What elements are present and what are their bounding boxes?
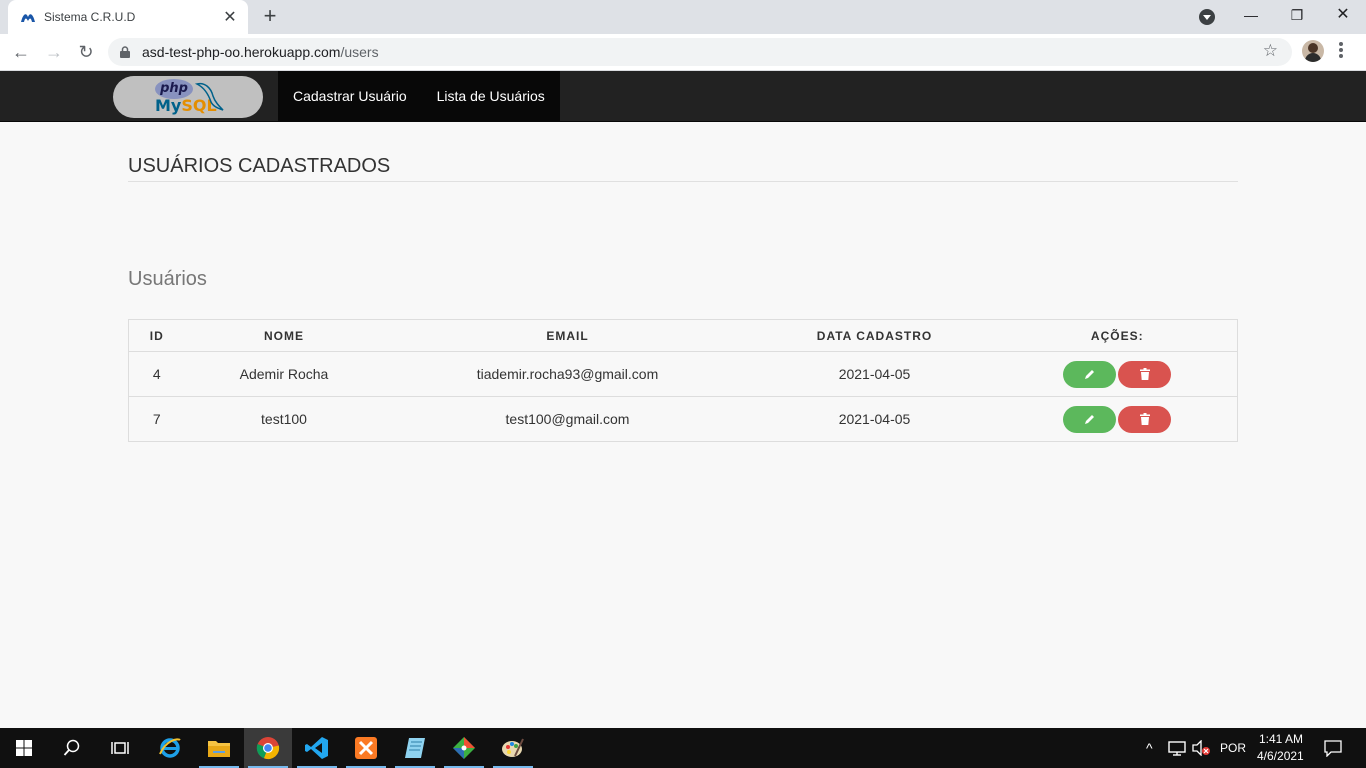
cell-nome: test100 — [184, 396, 384, 442]
action-center-icon[interactable] — [1324, 740, 1342, 757]
table-header-row: ID NOME EMAIL DATA CADASTRO AÇÕES: — [128, 319, 1238, 352]
column-header-acoes: AÇÕES: — [997, 319, 1238, 352]
clock-date[interactable]: 4/6/2021 — [1257, 749, 1304, 763]
site-navbar: php MySQL Cadastrar Usuário Lista de Usu… — [0, 71, 1366, 122]
pencil-icon — [1085, 369, 1095, 379]
file-explorer-icon[interactable] — [195, 728, 243, 768]
restore-icon[interactable]: ❐ — [1274, 0, 1320, 30]
vscode-icon[interactable] — [293, 728, 341, 768]
network-icon[interactable] — [1168, 740, 1186, 756]
delete-button[interactable] — [1118, 405, 1172, 433]
xampp-icon[interactable] — [342, 728, 390, 768]
cell-id: 7 — [128, 396, 185, 442]
cell-email: test100@gmail.com — [383, 396, 752, 442]
tab-close-icon[interactable]: ✕ — [222, 7, 238, 27]
windows-taskbar: ^ POR 1:41 AM 4/6/2021 — [0, 728, 1366, 768]
tab-title: Sistema C.R.U.D — [44, 10, 136, 24]
page-title: USUÁRIOS CADASTRADOS — [128, 155, 391, 177]
bookmark-star-icon[interactable]: ☆ — [1263, 41, 1278, 61]
browser-menu-icon[interactable] — [1338, 40, 1344, 62]
delete-button[interactable] — [1118, 360, 1172, 388]
cell-data: 2021-04-05 — [751, 351, 998, 397]
show-hidden-icons-chevron-icon[interactable]: ^ — [1146, 740, 1153, 756]
paint-icon[interactable] — [489, 728, 537, 768]
browser-tab-strip: Sistema C.R.U.D ✕ + — ❐ ✕ — [0, 0, 1366, 34]
trash-icon — [1140, 412, 1151, 425]
url-path: /users — [340, 44, 379, 60]
edit-button[interactable] — [1063, 360, 1117, 388]
search-icon[interactable] — [48, 728, 96, 768]
reload-icon[interactable]: ↻ — [74, 40, 98, 64]
lock-icon — [120, 46, 130, 58]
minimize-icon[interactable]: — — [1228, 0, 1274, 30]
start-windows-icon[interactable] — [0, 728, 48, 768]
dolphin-icon — [194, 82, 224, 111]
tab-search-icon[interactable] — [1199, 9, 1215, 25]
column-header-nome: NOME — [184, 319, 384, 352]
nav-lista-de-usuarios[interactable]: Lista de Usuários — [422, 71, 560, 121]
window-close-icon[interactable]: ✕ — [1320, 0, 1366, 30]
site-favicon-icon — [21, 14, 35, 22]
notepad-icon[interactable] — [391, 728, 439, 768]
cell-id: 4 — [128, 351, 185, 397]
cell-data: 2021-04-05 — [751, 396, 998, 442]
pencil-icon — [1085, 414, 1095, 424]
section-title: Usuários — [128, 268, 207, 290]
chrome-icon[interactable] — [244, 728, 292, 768]
volume-muted-icon[interactable] — [1192, 740, 1212, 756]
cell-actions — [997, 351, 1238, 397]
edit-button[interactable] — [1063, 405, 1117, 433]
column-header-email: EMAIL — [383, 319, 752, 352]
browser-toolbar: ← → ↻ asd-test-php-oo.herokuapp.com/user… — [0, 34, 1366, 71]
clock-time[interactable]: 1:41 AM — [1259, 732, 1303, 746]
input-language[interactable]: POR — [1220, 741, 1246, 755]
nav-cadastrar-usuario[interactable]: Cadastrar Usuário — [278, 71, 422, 121]
cell-email: tiademir.rocha93@gmail.com — [383, 351, 752, 397]
browser-tab[interactable]: Sistema C.R.U.D ✕ — [8, 0, 248, 34]
back-icon[interactable]: ← — [9, 40, 33, 64]
column-header-id: ID — [128, 319, 185, 352]
trash-icon — [1140, 367, 1151, 380]
profile-avatar[interactable] — [1302, 40, 1324, 62]
table-row: 4 Ademir Rocha tiademir.rocha93@gmail.co… — [128, 351, 1238, 397]
task-view-icon[interactable] — [96, 728, 144, 768]
address-bar[interactable]: asd-test-php-oo.herokuapp.com/users ☆ — [108, 38, 1292, 66]
internet-explorer-icon[interactable] — [146, 728, 194, 768]
url-host: asd-test-php-oo.herokuapp.com — [142, 44, 341, 60]
column-header-data-cadastro: DATA CADASTRO — [751, 319, 998, 352]
cell-nome: Ademir Rocha — [184, 351, 384, 397]
page-header: USUÁRIOS CADASTRADOS — [128, 154, 1238, 182]
table-row: 7 test100 test100@gmail.com 2021-04-05 — [128, 396, 1238, 442]
nav-links: Cadastrar Usuário Lista de Usuários — [278, 71, 560, 121]
forward-icon[interactable]: → — [42, 40, 66, 64]
git-icon[interactable] — [440, 728, 488, 768]
users-table: ID NOME EMAIL DATA CADASTRO AÇÕES: 4 Ade… — [128, 319, 1238, 442]
cell-actions — [997, 396, 1238, 442]
php-mysql-logo[interactable]: php MySQL — [113, 76, 263, 118]
new-tab-icon[interactable]: + — [258, 5, 282, 29]
